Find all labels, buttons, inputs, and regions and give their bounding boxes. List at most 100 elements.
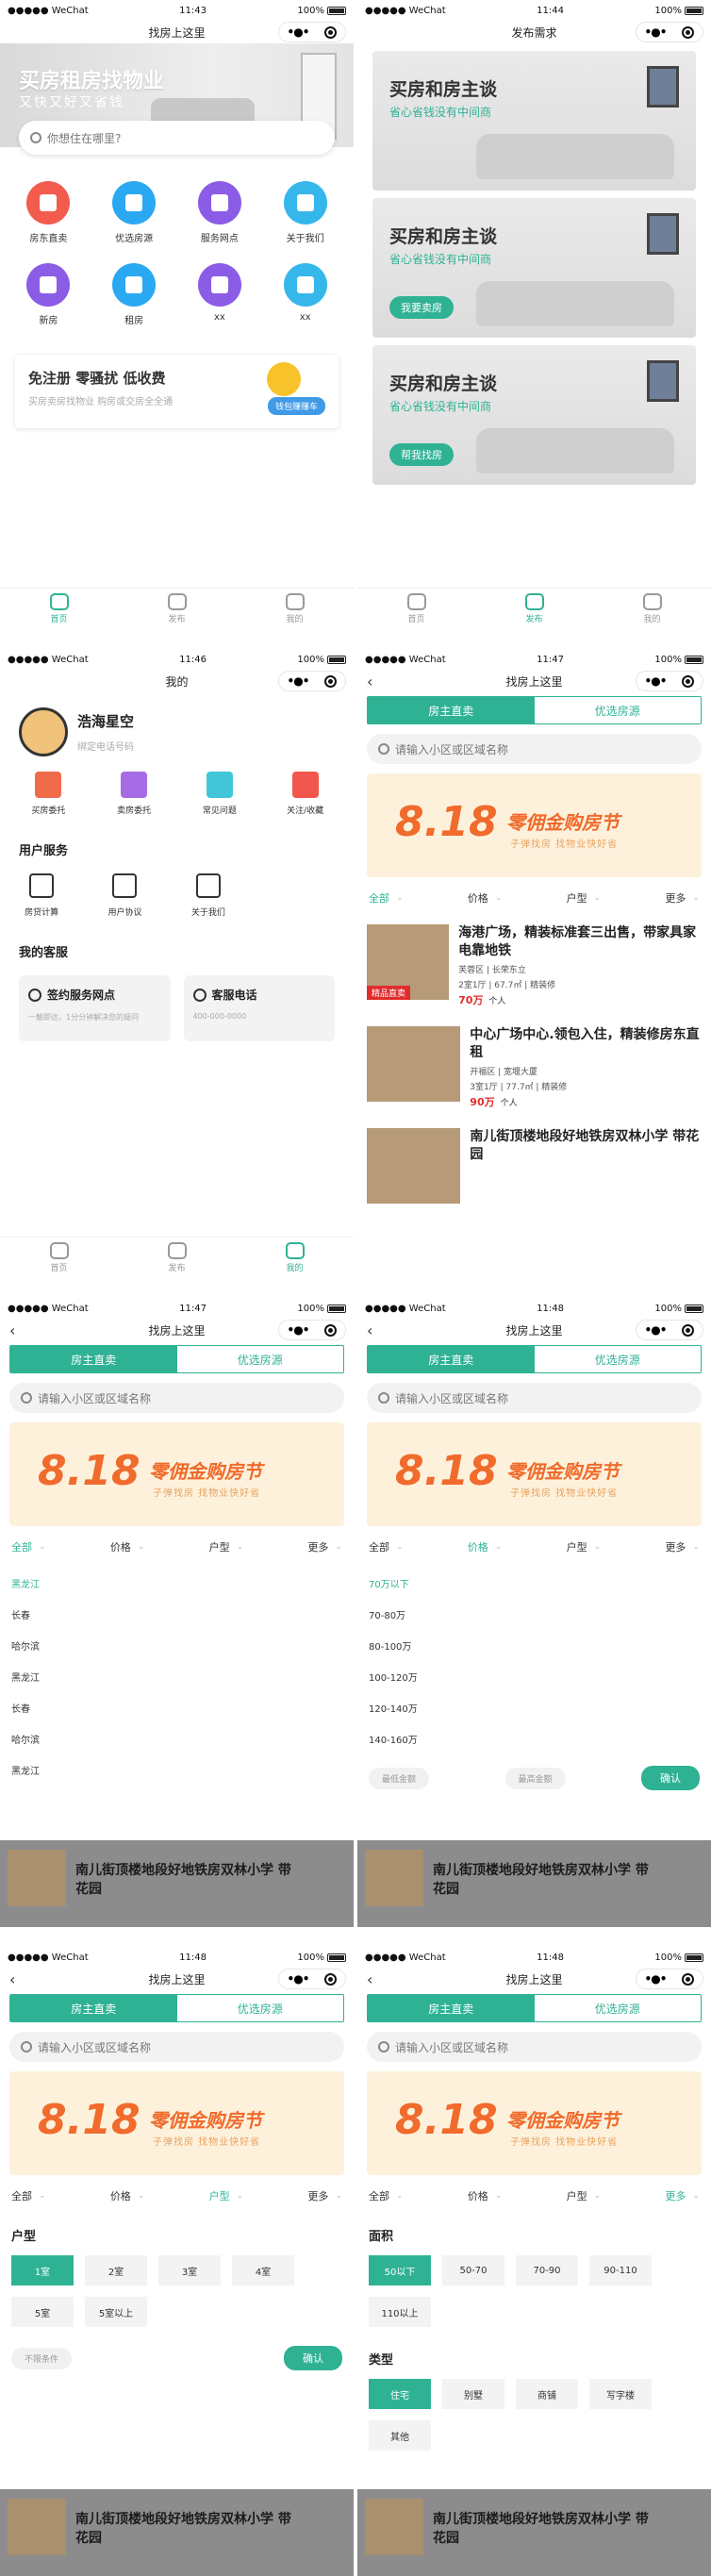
room-option[interactable]: 5室以上 [85,2297,147,2327]
search-input[interactable]: 请输入小区或区域名称 [367,2032,702,2062]
room-option[interactable]: 4室 [232,2255,294,2285]
service-outlet-card[interactable]: 签约服务网点 一触即达，1分分钟解决您的疑问 [19,975,171,1041]
area-size-option[interactable]: 90-110 [589,2255,652,2285]
filter-2[interactable]: 户型 [209,2188,244,2203]
tab-publish[interactable]: 发布 [118,589,236,629]
close-icon[interactable] [324,1972,338,1986]
filter-2[interactable]: 户型 [567,1539,602,1554]
service-item[interactable]: 房贷计算 [0,873,83,918]
source-tab[interactable]: 房主直卖 [368,697,535,723]
more-icon[interactable]: •●• [288,25,310,39]
promo-banner[interactable]: 8.18 零佣金购房节 子弹找房 找物业快好省 [367,1422,702,1526]
shortcut-item[interactable]: 常见问题 [177,772,263,816]
filter-1[interactable]: 价格 [110,2188,145,2203]
menu-capsule[interactable]: •●• [636,22,703,42]
house-listing[interactable]: 中心广场中心.领包入住，精装修房东直租 开福区 | 宽堰大厦 3室1厅 | 77.7… [357,1007,711,1109]
service-item[interactable]: 关于我们 [167,873,250,918]
room-option[interactable]: 1室 [11,2255,74,2285]
filter-0[interactable]: 全部 [369,890,404,906]
filter-1[interactable]: 价格 [468,2188,503,2203]
source-tab[interactable]: 优选房源 [177,1346,344,1372]
grid-item[interactable]: 新房 [6,263,91,326]
filter-3[interactable]: 更多 [307,2188,342,2203]
filter-0[interactable]: 全部 [11,2188,46,2203]
bind-phone-link[interactable]: 绑定电话号码 [77,739,134,753]
tab-mine[interactable]: 我的 [593,589,711,629]
tab-home[interactable]: 首页 [357,589,475,629]
price-option[interactable]: 100-120万 [369,1661,700,1692]
more-icon[interactable]: •●• [645,1972,668,1986]
confirm-button[interactable]: 确认 [641,1766,700,1790]
back-icon[interactable]: ‹ [367,1321,372,1339]
grid-item[interactable]: xx [262,263,348,326]
close-icon[interactable] [682,1972,695,1986]
source-tab[interactable]: 房主直卖 [10,1346,177,1372]
source-tab[interactable]: 优选房源 [535,697,702,723]
tab-publish[interactable]: 发布 [118,1238,236,1278]
filter-0[interactable]: 全部 [11,1539,46,1554]
back-icon[interactable]: ‹ [367,1970,372,1988]
back-icon[interactable]: ‹ [9,1321,15,1339]
hotline-card[interactable]: 客服电话 400-000-0000 [183,975,335,1041]
card-button[interactable]: 我要卖房 [389,296,454,319]
grid-item[interactable]: 服务网点 [177,181,263,244]
tab-publish[interactable]: 发布 [475,589,593,629]
price-option[interactable]: 140-160万 [369,1723,700,1754]
source-tab[interactable]: 房主直卖 [368,1995,535,2021]
house-listing[interactable]: 南儿街顶楼地段好地铁房双林小学 带花园 [357,1109,711,1204]
max-price-input[interactable]: 最高金额 [504,1767,566,1789]
area-option[interactable]: 哈尔滨 [11,1723,342,1754]
search-input[interactable]: 请输入小区或区域名称 [367,1383,702,1413]
more-icon[interactable]: •●• [288,1323,310,1337]
more-icon[interactable]: •●• [645,674,668,688]
back-icon[interactable]: ‹ [367,673,372,690]
filter-0[interactable]: 全部 [369,2188,404,2203]
promo-banner[interactable]: 8.18 零佣金购房节 子弹找房 找物业快好省 [9,2071,344,2175]
search-input[interactable]: 请输入小区或区域名称 [9,2032,344,2062]
price-option[interactable]: 80-100万 [369,1630,700,1661]
promo-banner[interactable]: 8.18 零佣金购房节 子弹找房 找物业快好省 [367,773,702,877]
search-input[interactable]: 请输入小区或区域名称 [367,734,702,764]
type-option[interactable]: 写字楼 [589,2379,652,2409]
filter-3[interactable]: 更多 [665,2188,700,2203]
type-option[interactable]: 其他 [369,2420,431,2451]
grid-item[interactable]: 关于我们 [262,181,348,244]
area-size-option[interactable]: 70-90 [516,2255,578,2285]
close-icon[interactable] [324,674,338,688]
menu-capsule[interactable]: •●• [278,1320,346,1340]
room-option[interactable]: 2室 [85,2255,147,2285]
filter-1[interactable]: 价格 [468,890,503,906]
more-icon[interactable]: •●• [645,1323,668,1337]
price-option[interactable]: 70-80万 [369,1599,700,1630]
filter-1[interactable]: 价格 [110,1539,145,1554]
more-icon[interactable]: •●• [645,25,668,39]
source-tab[interactable]: 房主直卖 [10,1995,177,2021]
publish-card[interactable]: 买房和房主谈 省心省钱没有中间商 帮我找房 [372,345,696,485]
publish-card[interactable]: 买房和房主谈 省心省钱没有中间商 [372,51,696,191]
type-option[interactable]: 商铺 [516,2379,578,2409]
area-option[interactable]: 黑龙江 [11,1754,342,1786]
close-icon[interactable] [324,25,338,39]
source-tab[interactable]: 房主直卖 [368,1346,535,1372]
filter-3[interactable]: 更多 [665,1539,700,1554]
area-size-option[interactable]: 50-70 [442,2255,504,2285]
filter-0[interactable]: 全部 [369,1539,404,1554]
close-icon[interactable] [682,674,695,688]
room-option[interactable]: 5室 [11,2297,74,2327]
tab-home[interactable]: 首页 [0,589,118,629]
grid-item[interactable]: 优选房源 [91,181,177,244]
filter-3[interactable]: 更多 [307,1539,342,1554]
menu-capsule[interactable]: •●• [636,1320,703,1340]
filter-2[interactable]: 户型 [567,890,602,906]
filter-2[interactable]: 户型 [567,2188,602,2203]
filter-1[interactable]: 价格 [468,1539,503,1554]
type-option[interactable]: 住宅 [369,2379,431,2409]
room-option[interactable]: 3室 [158,2255,221,2285]
card-button[interactable]: 帮我找房 [389,443,454,466]
menu-capsule[interactable]: •●• [278,22,346,42]
more-icon[interactable]: •●• [288,674,310,688]
profile[interactable]: 浩海星空 绑定电话号码 [0,692,354,772]
source-tab[interactable]: 优选房源 [535,1346,702,1372]
area-option[interactable]: 黑龙江 [11,1568,342,1599]
grid-item[interactable]: xx [177,263,263,326]
